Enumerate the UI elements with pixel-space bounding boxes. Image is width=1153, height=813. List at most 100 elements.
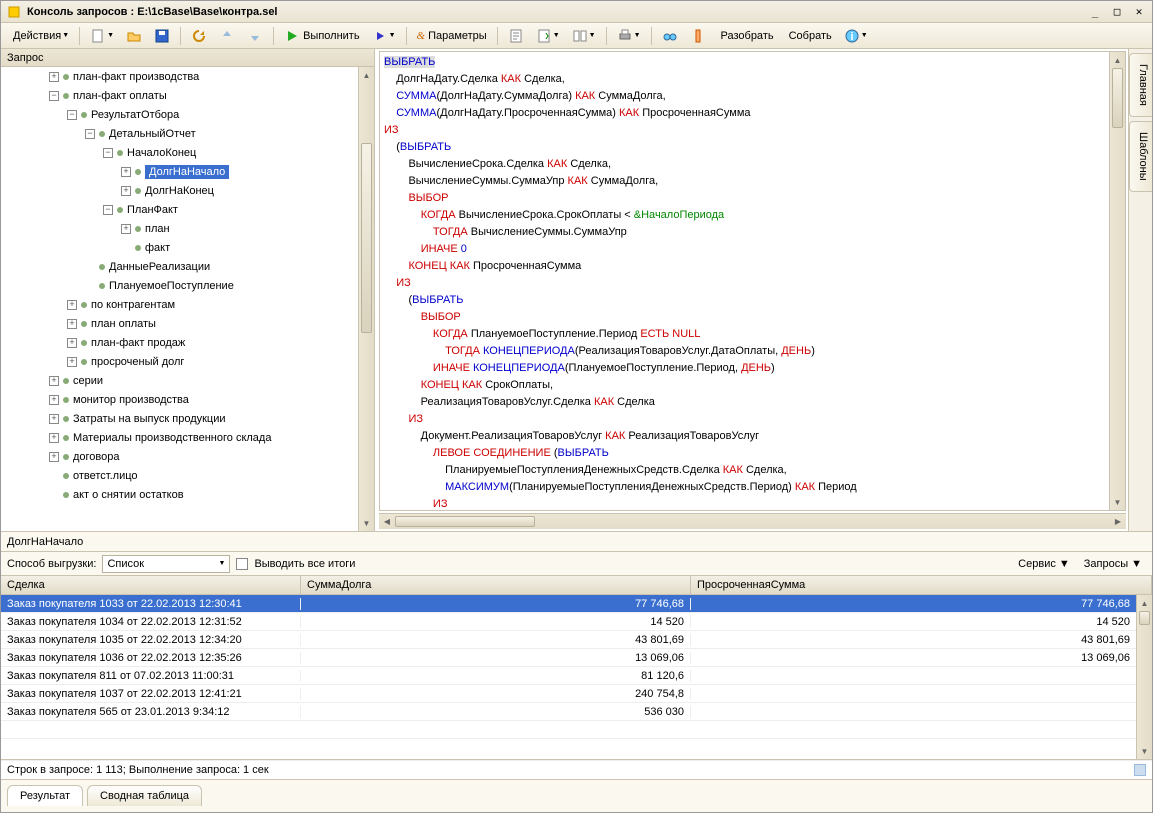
tree-item[interactable]: +договора [1,447,358,466]
code-editor[interactable]: ВЫБРАТЬ ДолгНаДату.Сделка КАК Сделка, СУ… [380,52,1109,510]
scroll-left-icon[interactable]: ◀ [379,514,395,529]
table-row[interactable]: Заказ покупателя 1036 от 22.02.2013 12:3… [1,649,1136,667]
scroll-down-icon[interactable]: ▼ [1110,494,1125,510]
query-tree[interactable]: +план-факт производства−план-факт оплаты… [1,67,358,531]
tree-item[interactable]: ответст.лицо [1,466,358,485]
tree-button[interactable]: ▼ [531,26,565,46]
scroll-thumb[interactable] [1139,611,1150,625]
tree-item[interactable]: +план оплаты [1,314,358,333]
tree-item[interactable]: +ДолгНаКонец [1,181,358,200]
tree-item[interactable]: −ПланФакт [1,200,358,219]
refresh-button[interactable] [186,26,212,46]
tree-item[interactable]: +монитор производства [1,390,358,409]
collapse-icon[interactable]: − [67,110,77,120]
tree-item[interactable]: +план-факт производства [1,67,358,86]
tab-pivot[interactable]: Сводная таблица [87,785,202,806]
tree-item[interactable]: +ДолгНаНачало [1,162,358,181]
expand-icon[interactable]: + [49,452,59,462]
tree-item[interactable]: +серии [1,371,358,390]
expand-icon[interactable]: + [121,186,131,196]
expand-icon[interactable]: + [121,167,131,177]
side-tab-main[interactable]: Главная [1129,53,1152,117]
maximize-button[interactable]: □ [1110,5,1124,19]
show-totals-checkbox[interactable] [236,558,248,570]
scroll-up-icon[interactable]: ▲ [1110,52,1125,68]
actions-menu[interactable]: Действия▼ [5,26,74,46]
table-row[interactable]: Заказ покупателя 565 от 23.01.2013 9:34:… [1,703,1136,721]
expand-icon[interactable]: + [67,357,77,367]
scroll-down-icon[interactable]: ▼ [1137,743,1152,759]
side-tab-templates[interactable]: Шаблоны [1129,121,1152,192]
print-button[interactable]: ▼ [612,26,646,46]
expand-icon[interactable]: + [67,338,77,348]
minimize-button[interactable]: _ [1088,5,1102,19]
table-row[interactable] [1,721,1136,739]
scroll-thumb[interactable] [395,516,535,527]
new-doc-button[interactable]: ▼ [85,26,119,46]
col-header[interactable]: ПросроченнаяСумма [691,576,1152,594]
tree-item[interactable]: +по контрагентам [1,295,358,314]
run-button[interactable]: Выполнить [279,26,364,46]
expand-icon[interactable]: + [49,433,59,443]
tree-scrollbar[interactable]: ▲ ▼ [358,67,374,531]
expand-icon[interactable]: + [49,72,59,82]
tree-item[interactable]: факт [1,238,358,257]
tree-item[interactable]: ПлануемоеПоступление [1,276,358,295]
report-button[interactable] [503,26,529,46]
close-button[interactable]: ✕ [1132,5,1146,19]
expand-icon[interactable]: + [121,224,131,234]
table-row[interactable]: Заказ покупателя 1037 от 22.02.2013 12:4… [1,685,1136,703]
expand-icon[interactable]: + [49,376,59,386]
expand-icon[interactable]: + [67,300,77,310]
tree-item[interactable]: −план-факт оплаты [1,86,358,105]
tree-item[interactable]: −НачалоКонец [1,143,358,162]
run-step-button[interactable]: ▼ [367,26,401,46]
tree-item[interactable]: −РезультатОтбора [1,105,358,124]
collapse-icon[interactable]: − [49,91,59,101]
up-button[interactable] [214,26,240,46]
disasm-button[interactable]: Разобрать [713,26,779,46]
tree-item[interactable]: +Материалы производственного склада [1,428,358,447]
params-button[interactable]: &Параметры [412,26,492,46]
tree-item[interactable]: +Затраты на выпуск продукции [1,409,358,428]
tree-item[interactable]: акт о снятии остатков [1,485,358,504]
queries-menu[interactable]: Запросы▼ [1080,558,1146,570]
code-hscroll[interactable]: ◀ ▶ [379,513,1126,529]
expand-icon[interactable]: + [49,414,59,424]
table-row[interactable]: Заказ покупателя 1034 от 22.02.2013 12:3… [1,613,1136,631]
tree-item[interactable]: +план [1,219,358,238]
expand-icon[interactable]: + [67,319,77,329]
open-button[interactable] [121,26,147,46]
tree-item[interactable]: −ДетальныйОтчет [1,124,358,143]
table-row[interactable]: Заказ покупателя 1033 от 22.02.2013 12:3… [1,595,1136,613]
code-vscroll[interactable]: ▲ ▼ [1109,52,1125,510]
help-button[interactable]: i▼ [839,26,873,46]
save-button[interactable] [149,26,175,46]
col-header[interactable]: СуммаДолга [301,576,691,594]
service-menu[interactable]: Сервис▼ [1014,558,1074,570]
tree-item[interactable]: +план-факт продаж [1,333,358,352]
collapse-icon[interactable]: − [103,205,113,215]
table-row[interactable]: Заказ покупателя 811 от 07.02.2013 11:00… [1,667,1136,685]
col-header[interactable]: Сделка [1,576,301,594]
grid-scrollbar[interactable]: ▲ ▼ [1136,595,1152,759]
export-mode-combo[interactable]: Список▼ [102,555,230,573]
scroll-down-icon[interactable]: ▼ [359,515,374,531]
table-row[interactable]: Заказ покупателя 1035 от 22.02.2013 12:3… [1,631,1136,649]
scroll-up-icon[interactable]: ▲ [1137,595,1152,611]
expand-icon[interactable]: + [49,395,59,405]
asm-button[interactable]: Собрать [781,26,837,46]
tree-item[interactable]: ДанныеРеализации [1,257,358,276]
collapse-icon[interactable]: − [85,129,95,139]
scroll-right-icon[interactable]: ▶ [1110,514,1126,529]
tab-result[interactable]: Результат [7,785,83,806]
collapse-icon[interactable]: − [103,148,113,158]
find-button[interactable] [657,26,683,46]
compare-button[interactable]: ▼ [567,26,601,46]
scroll-thumb[interactable] [361,143,372,333]
down-button[interactable] [242,26,268,46]
tree-item[interactable]: +просроченый долг [1,352,358,371]
scroll-up-icon[interactable]: ▲ [359,67,374,83]
wizard-button[interactable] [685,26,711,46]
scroll-thumb[interactable] [1112,68,1123,128]
